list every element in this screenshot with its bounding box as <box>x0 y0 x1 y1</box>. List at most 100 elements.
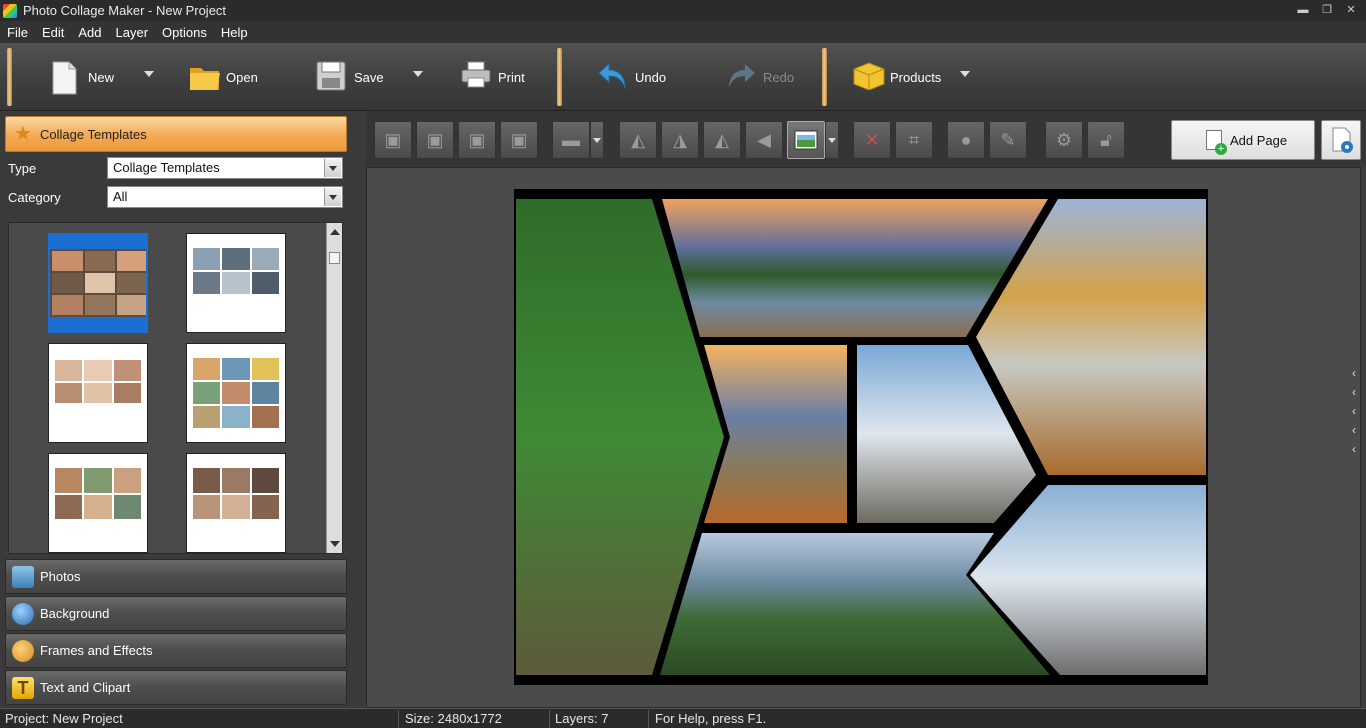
template-gallery <box>8 222 343 554</box>
status-layers: Layers: 7 <box>555 711 609 726</box>
align-dropdown-arrow[interactable] <box>590 121 604 159</box>
flip-horizontal-icon[interactable]: ◭ <box>703 121 741 159</box>
print-label: Print <box>498 69 525 85</box>
fit-image-icon[interactable] <box>787 121 825 159</box>
window-title: Photo Collage Maker - New Project <box>23 3 227 18</box>
save-button[interactable]: Save <box>316 53 384 101</box>
page-settings-button[interactable] <box>1321 120 1361 160</box>
template-thumbnail[interactable] <box>186 453 286 553</box>
send-backward-icon[interactable]: ▣ <box>458 121 496 159</box>
minimize-icon[interactable]: ▬ <box>1294 3 1312 17</box>
template-thumbnail[interactable] <box>186 233 286 333</box>
plus-icon: + <box>1215 143 1227 155</box>
gallery-scrollbar[interactable] <box>326 223 342 553</box>
save-label: Save <box>354 69 384 85</box>
frames-effects-section[interactable]: Frames and Effects <box>5 633 347 668</box>
scrollbar-thumb[interactable] <box>329 252 340 264</box>
add-page-button[interactable]: + Add Page <box>1171 120 1315 160</box>
undo-arrow-icon <box>597 60 627 94</box>
menu-edit[interactable]: Edit <box>35 25 71 40</box>
undo-label: Undo <box>635 69 667 85</box>
chevron-left-icon[interactable]: ‹ <box>1352 442 1356 456</box>
effects-icon[interactable]: ● <box>947 121 985 159</box>
menu-layer[interactable]: Layer <box>109 25 156 40</box>
menu-help[interactable]: Help <box>214 25 255 40</box>
text-clipart-section[interactable]: T Text and Clipart <box>5 670 347 705</box>
star-icon: ★ <box>14 123 32 145</box>
menu-add[interactable]: Add <box>71 25 108 40</box>
ribbon-separator <box>557 48 562 106</box>
chevron-left-icon[interactable]: ‹ <box>1352 366 1356 380</box>
open-label: Open <box>226 69 258 85</box>
template-thumbnail[interactable] <box>48 233 148 333</box>
fit-image-dropdown-arrow[interactable] <box>825 121 839 159</box>
chevron-down-icon[interactable] <box>324 159 341 177</box>
edit-tools-icon[interactable]: ✎ <box>989 121 1027 159</box>
status-help: For Help, press F1. <box>655 711 767 726</box>
crop-icon[interactable]: ⌗ <box>895 121 933 159</box>
align-icon[interactable]: ▬ <box>552 121 590 159</box>
add-page-label: Add Page <box>1230 132 1288 148</box>
category-select[interactable]: All <box>107 186 343 208</box>
page-settings-icon <box>1332 127 1353 153</box>
template-thumbnail[interactable] <box>186 343 286 443</box>
products-button[interactable]: Products <box>852 53 941 101</box>
status-divider <box>398 710 399 728</box>
menu-options[interactable]: Options <box>155 25 214 40</box>
send-to-back-icon[interactable]: ▣ <box>500 121 538 159</box>
lock-icon[interactable]: 🔓︎ <box>1087 121 1125 159</box>
new-dropdown-arrow[interactable] <box>144 71 154 77</box>
redo-arrow-icon <box>725 60 755 94</box>
chevron-left-icon[interactable]: ‹ <box>1352 385 1356 399</box>
type-label: Type <box>8 160 37 176</box>
new-document-icon <box>50 60 80 95</box>
status-divider <box>549 710 550 728</box>
palette-icon <box>12 640 34 662</box>
scroll-up-icon[interactable] <box>330 229 340 235</box>
type-select[interactable]: Collage Templates <box>107 157 343 179</box>
template-preview-grid <box>52 251 146 315</box>
collage-canvas[interactable] <box>514 189 1208 685</box>
template-preview-grid <box>193 358 279 428</box>
gear-icon[interactable]: ⚙ <box>1045 121 1083 159</box>
canvas-area: ‹ ‹ ‹ ‹ ‹ <box>366 167 1361 708</box>
chevron-left-icon[interactable]: ‹ <box>1352 423 1356 437</box>
photos-section-label: Photos <box>40 569 81 584</box>
redo-button[interactable]: Redo <box>725 53 794 101</box>
frames-effects-section-label: Frames and Effects <box>40 643 153 658</box>
folder-icon <box>188 60 220 94</box>
rotate-right-icon[interactable]: ◮ <box>661 121 699 159</box>
close-icon[interactable]: ✕ <box>1342 3 1360 17</box>
open-button[interactable]: Open <box>188 53 258 101</box>
text-clipart-section-label: Text and Clipart <box>40 680 131 695</box>
print-button[interactable]: Print <box>460 53 525 101</box>
app-icon <box>3 3 17 18</box>
template-preview <box>50 249 146 317</box>
template-preview-grid <box>193 468 279 546</box>
new-button[interactable]: New <box>50 53 114 101</box>
save-disk-icon <box>316 60 346 94</box>
text-t-icon: T <box>12 677 34 699</box>
scroll-down-icon[interactable] <box>330 541 340 547</box>
left-panel: ★ Collage Templates Type Collage Templat… <box>0 111 352 708</box>
template-thumbnail[interactable] <box>48 453 148 553</box>
template-thumbnail[interactable] <box>48 343 148 443</box>
restore-icon[interactable]: ❐ <box>1318 3 1336 17</box>
menu-file[interactable]: File <box>0 25 35 40</box>
chevron-down-icon[interactable] <box>324 188 341 206</box>
save-dropdown-arrow[interactable] <box>413 71 423 77</box>
flip-vertical-icon[interactable]: ◀ <box>745 121 783 159</box>
products-dropdown-arrow[interactable] <box>960 71 970 77</box>
ribbon-toolbar: New Open Save Print Undo Redo Products <box>0 43 1366 111</box>
delete-icon[interactable]: ✕ <box>853 121 891 159</box>
category-select-value: All <box>113 189 128 204</box>
collage-templates-header[interactable]: ★ Collage Templates <box>5 116 347 152</box>
menu-bar: File Edit Add Layer Options Help <box>0 21 1366 43</box>
rotate-left-icon[interactable]: ◭ <box>619 121 657 159</box>
bring-to-front-icon[interactable]: ▣ <box>374 121 412 159</box>
photos-section[interactable]: Photos <box>5 559 347 594</box>
background-section[interactable]: Background <box>5 596 347 631</box>
undo-button[interactable]: Undo <box>597 53 666 101</box>
chevron-left-icon[interactable]: ‹ <box>1352 404 1356 418</box>
bring-forward-icon[interactable]: ▣ <box>416 121 454 159</box>
